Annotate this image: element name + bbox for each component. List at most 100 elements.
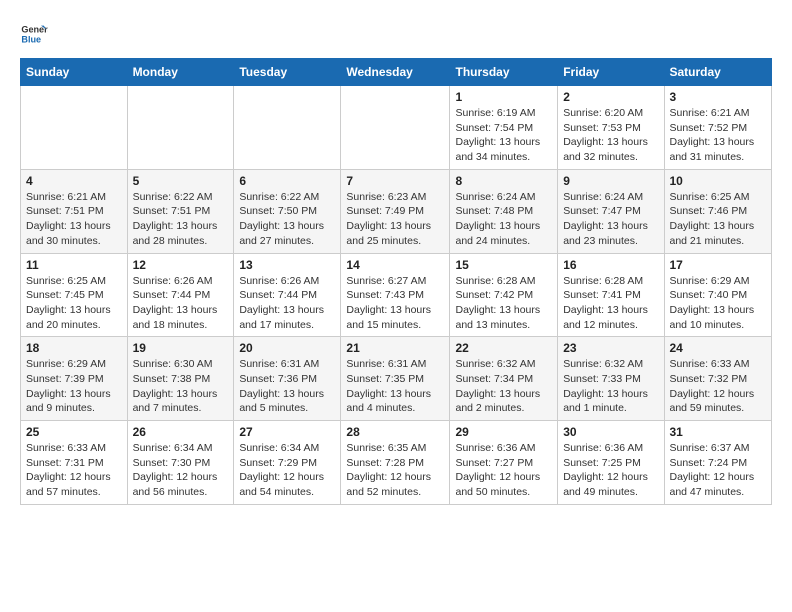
day-info: Sunrise: 6:21 AM Sunset: 7:52 PM Dayligh… [670,106,767,165]
day-number: 15 [455,258,552,272]
day-number: 21 [346,341,444,355]
calendar-cell: 17 Sunrise: 6:29 AM Sunset: 7:40 PM Dayli… [664,253,772,337]
calendar-cell: 11 Sunrise: 6:25 AM Sunset: 7:45 PM Dayli… [21,253,128,337]
calendar-week-row: 18 Sunrise: 6:29 AM Sunset: 7:39 PM Dayli… [21,337,772,421]
day-number: 7 [346,174,444,188]
day-number: 9 [563,174,658,188]
day-info: Sunrise: 6:25 AM Sunset: 7:45 PM Dayligh… [26,274,122,333]
calendar-header-row: SundayMondayTuesdayWednesdayThursdayFrid… [21,59,772,86]
calendar-cell: 16 Sunrise: 6:28 AM Sunset: 7:41 PM Dayli… [558,253,664,337]
day-info: Sunrise: 6:20 AM Sunset: 7:53 PM Dayligh… [563,106,658,165]
day-number: 18 [26,341,122,355]
calendar-week-row: 11 Sunrise: 6:25 AM Sunset: 7:45 PM Dayli… [21,253,772,337]
day-number: 1 [455,90,552,104]
day-number: 30 [563,425,658,439]
day-info: Sunrise: 6:37 AM Sunset: 7:24 PM Dayligh… [670,441,767,500]
day-number: 16 [563,258,658,272]
svg-text:Blue: Blue [21,34,41,44]
day-info: Sunrise: 6:36 AM Sunset: 7:25 PM Dayligh… [563,441,658,500]
calendar-cell: 12 Sunrise: 6:26 AM Sunset: 7:44 PM Dayli… [127,253,234,337]
day-number: 20 [239,341,335,355]
weekday-header: Friday [558,59,664,86]
day-info: Sunrise: 6:32 AM Sunset: 7:34 PM Dayligh… [455,357,552,416]
day-info: Sunrise: 6:26 AM Sunset: 7:44 PM Dayligh… [133,274,229,333]
day-info: Sunrise: 6:24 AM Sunset: 7:47 PM Dayligh… [563,190,658,249]
day-info: Sunrise: 6:24 AM Sunset: 7:48 PM Dayligh… [455,190,552,249]
day-number: 4 [26,174,122,188]
weekday-header: Wednesday [341,59,450,86]
day-number: 6 [239,174,335,188]
calendar-cell: 19 Sunrise: 6:30 AM Sunset: 7:38 PM Dayli… [127,337,234,421]
calendar-week-row: 25 Sunrise: 6:33 AM Sunset: 7:31 PM Dayli… [21,421,772,505]
day-info: Sunrise: 6:30 AM Sunset: 7:38 PM Dayligh… [133,357,229,416]
calendar-week-row: 1 Sunrise: 6:19 AM Sunset: 7:54 PM Daylig… [21,86,772,170]
logo-icon: General Blue [20,20,48,48]
day-info: Sunrise: 6:25 AM Sunset: 7:46 PM Dayligh… [670,190,767,249]
logo: General Blue [20,20,48,48]
day-info: Sunrise: 6:27 AM Sunset: 7:43 PM Dayligh… [346,274,444,333]
day-info: Sunrise: 6:21 AM Sunset: 7:51 PM Dayligh… [26,190,122,249]
day-number: 25 [26,425,122,439]
calendar-cell: 8 Sunrise: 6:24 AM Sunset: 7:48 PM Daylig… [450,169,558,253]
day-number: 12 [133,258,229,272]
calendar-week-row: 4 Sunrise: 6:21 AM Sunset: 7:51 PM Daylig… [21,169,772,253]
calendar-cell: 22 Sunrise: 6:32 AM Sunset: 7:34 PM Dayli… [450,337,558,421]
calendar-cell: 21Sunrise: 6:31 AM Sunset: 7:35 PM Dayli… [341,337,450,421]
calendar-cell: 13Sunrise: 6:26 AM Sunset: 7:44 PM Dayli… [234,253,341,337]
calendar-cell: 9 Sunrise: 6:24 AM Sunset: 7:47 PM Daylig… [558,169,664,253]
day-number: 11 [26,258,122,272]
day-info: Sunrise: 6:32 AM Sunset: 7:33 PM Dayligh… [563,357,658,416]
calendar-cell: 4 Sunrise: 6:21 AM Sunset: 7:51 PM Daylig… [21,169,128,253]
day-number: 28 [346,425,444,439]
day-number: 2 [563,90,658,104]
calendar-cell [234,86,341,170]
calendar-cell: 28 Sunrise: 6:35 AM Sunset: 7:28 PM Dayli… [341,421,450,505]
calendar-cell: 23 Sunrise: 6:32 AM Sunset: 7:33 PM Dayli… [558,337,664,421]
calendar-cell [21,86,128,170]
day-info: Sunrise: 6:28 AM Sunset: 7:42 PM Dayligh… [455,274,552,333]
calendar-cell [341,86,450,170]
day-number: 5 [133,174,229,188]
day-info: Sunrise: 6:33 AM Sunset: 7:32 PM Dayligh… [670,357,767,416]
day-number: 17 [670,258,767,272]
day-info: Sunrise: 6:29 AM Sunset: 7:40 PM Dayligh… [670,274,767,333]
day-info: Sunrise: 6:23 AM Sunset: 7:49 PM Dayligh… [346,190,444,249]
calendar-body: 1 Sunrise: 6:19 AM Sunset: 7:54 PM Daylig… [21,86,772,505]
calendar-cell [127,86,234,170]
day-number: 29 [455,425,552,439]
day-info: Sunrise: 6:29 AM Sunset: 7:39 PM Dayligh… [26,357,122,416]
day-info: Sunrise: 6:33 AM Sunset: 7:31 PM Dayligh… [26,441,122,500]
day-number: 8 [455,174,552,188]
day-info: Sunrise: 6:28 AM Sunset: 7:41 PM Dayligh… [563,274,658,333]
weekday-header: Sunday [21,59,128,86]
day-number: 23 [563,341,658,355]
calendar-cell: 6 Sunrise: 6:22 AM Sunset: 7:50 PM Daylig… [234,169,341,253]
day-info: Sunrise: 6:31 AM Sunset: 7:36 PM Dayligh… [239,357,335,416]
weekday-header: Thursday [450,59,558,86]
calendar-cell: 2 Sunrise: 6:20 AM Sunset: 7:53 PM Daylig… [558,86,664,170]
day-number: 27 [239,425,335,439]
calendar-cell: 26Sunrise: 6:34 AM Sunset: 7:30 PM Dayli… [127,421,234,505]
calendar-cell: 5Sunrise: 6:22 AM Sunset: 7:51 PM Daylig… [127,169,234,253]
calendar-cell: 3Sunrise: 6:21 AM Sunset: 7:52 PM Daylig… [664,86,772,170]
calendar-cell: 27Sunrise: 6:34 AM Sunset: 7:29 PM Dayli… [234,421,341,505]
calendar-cell: 14 Sunrise: 6:27 AM Sunset: 7:43 PM Dayli… [341,253,450,337]
day-info: Sunrise: 6:34 AM Sunset: 7:30 PM Dayligh… [133,441,229,500]
day-info: Sunrise: 6:35 AM Sunset: 7:28 PM Dayligh… [346,441,444,500]
day-info: Sunrise: 6:22 AM Sunset: 7:50 PM Dayligh… [239,190,335,249]
calendar-cell: 1 Sunrise: 6:19 AM Sunset: 7:54 PM Daylig… [450,86,558,170]
calendar-cell: 29Sunrise: 6:36 AM Sunset: 7:27 PM Dayli… [450,421,558,505]
calendar-cell: 15 Sunrise: 6:28 AM Sunset: 7:42 PM Dayli… [450,253,558,337]
day-info: Sunrise: 6:19 AM Sunset: 7:54 PM Dayligh… [455,106,552,165]
calendar-cell: 25 Sunrise: 6:33 AM Sunset: 7:31 PM Dayli… [21,421,128,505]
calendar-table: SundayMondayTuesdayWednesdayThursdayFrid… [20,58,772,505]
day-number: 10 [670,174,767,188]
calendar-cell: 31Sunrise: 6:37 AM Sunset: 7:24 PM Dayli… [664,421,772,505]
weekday-header: Monday [127,59,234,86]
weekday-header: Tuesday [234,59,341,86]
calendar-cell: 10 Sunrise: 6:25 AM Sunset: 7:46 PM Dayli… [664,169,772,253]
day-number: 14 [346,258,444,272]
day-number: 22 [455,341,552,355]
day-number: 24 [670,341,767,355]
day-number: 19 [133,341,229,355]
